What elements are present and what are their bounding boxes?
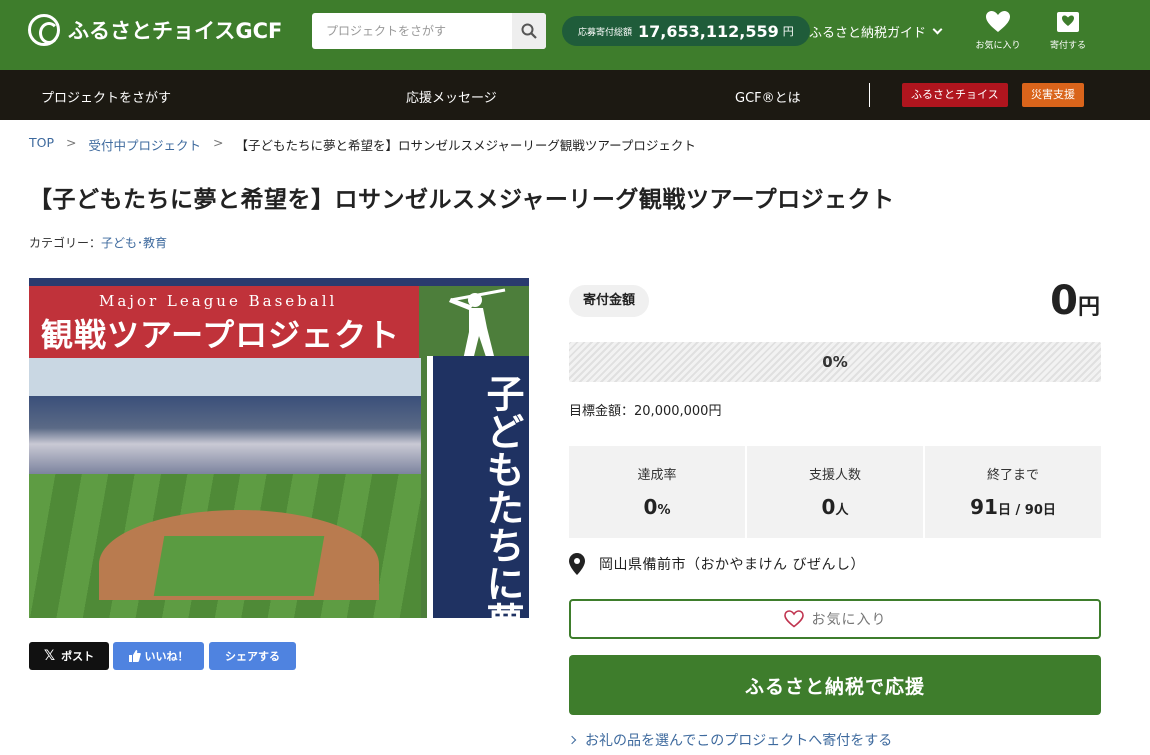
category-label: カテゴリー： (29, 236, 102, 250)
facebook-share-label: シェアする (225, 650, 280, 663)
category: カテゴリー：子ども･教育 (29, 234, 167, 251)
location: 岡山県備前市（おかやまけん びぜんし） (569, 553, 865, 575)
stat-unit: % (657, 503, 671, 518)
site-logo[interactable]: ふるさとチョイスGCF (28, 14, 282, 46)
nav-furusato-choice[interactable]: ふるさとチョイス (902, 83, 1008, 107)
progress-label: 0% (822, 353, 848, 371)
search-button[interactable] (512, 13, 546, 49)
thumbs-up-icon (128, 650, 141, 662)
map-pin-icon (569, 553, 585, 575)
breadcrumb-current: 【子どもたちに夢と希望を】ロサンゼルスメジャーリーグ観戦ツアープロジェクト (235, 138, 696, 153)
donation-amount-label: 寄付金額 (569, 285, 650, 317)
main-nav: プロジェクトをさがす 応援メッセージ GCF®とは ふるさとチョイス 災害支援 (0, 70, 1150, 120)
nav-about-gcf[interactable]: GCF®とは (735, 87, 801, 106)
donate-box-icon (1057, 12, 1079, 32)
donation-amount-value: 0 (1050, 278, 1078, 324)
nav-messages[interactable]: 応援メッセージ (406, 87, 497, 106)
stat-days-remaining: 終了まで 91日 / 90日 (925, 446, 1101, 538)
breadcrumb-top[interactable]: TOP (29, 135, 54, 154)
header-bar: ふるさとチョイスGCF 応募寄付総額 17,653,112,559 円 ふるさと… (0, 0, 1150, 70)
target-value: 20,000,000円 (634, 404, 722, 419)
guide-label: ふるさと納税ガイド (809, 26, 927, 41)
donation-total-badge: 応募寄付総額 17,653,112,559 円 (562, 16, 810, 46)
x-post-label: ポスト (61, 650, 95, 663)
heart-icon (986, 11, 1010, 32)
target-label: 目標金額： (569, 404, 635, 419)
hero-vertical-text: 子どもたちに夢と希望を (480, 374, 525, 618)
breadcrumb: TOP > 受付中プロジェクト > 【子どもたちに夢と希望を】ロサンゼルスメジャ… (29, 135, 696, 154)
stat-achievement-rate: 達成率 0% (569, 446, 745, 538)
gift-link-label: お礼の品を選んでこのプロジェクトへ寄付をする (585, 733, 893, 749)
stat-label: 支援人数 (808, 468, 861, 483)
donation-amount-unit: 円 (1077, 295, 1100, 320)
search-box (312, 13, 546, 49)
donation-amount: 0円 (1000, 278, 1100, 324)
nav-find-projects[interactable]: プロジェクトをさがす (41, 87, 171, 106)
donate-header-label: 寄付する (1049, 41, 1086, 51)
page-title: 【子どもたちに夢と希望を】ロサンゼルスメジャーリーグ観戦ツアープロジェクト (29, 187, 895, 213)
stat-value: 0 (643, 495, 658, 519)
stat-supporters: 支援人数 0人 (747, 446, 923, 538)
chevron-down-icon (932, 24, 943, 35)
chevron-right-icon (567, 735, 577, 745)
category-link[interactable]: 子ども･教育 (101, 236, 167, 250)
donate-cta-button[interactable]: ふるさと納税で応援 (569, 655, 1101, 715)
favorites-header-button[interactable]: お気に入り (968, 10, 1028, 51)
stadium-sky (29, 358, 421, 398)
stadium-stands (29, 396, 421, 476)
logo-mark-icon (28, 14, 60, 46)
donation-total-value: 17,653,112,559 (638, 21, 779, 41)
facebook-like-label: いいね！ (144, 650, 189, 663)
x-logo-icon: 𝕏 (43, 648, 56, 664)
furusato-guide-menu[interactable]: ふるさと納税ガイド (809, 22, 943, 41)
breadcrumb-accepting[interactable]: 受付中プロジェクト (89, 135, 202, 154)
donate-header-button[interactable]: 寄付する (1038, 10, 1098, 51)
heart-outline-icon (783, 610, 804, 628)
stat-label: 終了まで (986, 468, 1039, 483)
search-input[interactable] (312, 14, 512, 48)
favorite-button[interactable]: お気に入り (569, 599, 1101, 639)
facebook-share-button[interactable]: シェアする (209, 642, 296, 670)
x-post-button[interactable]: 𝕏 ポスト (29, 642, 109, 670)
target-amount: 目標金額：20,000,000円 (569, 400, 721, 419)
stat-label: 達成率 (637, 468, 677, 483)
search-icon (521, 23, 537, 39)
favorites-header-label: お気に入り (975, 41, 1021, 51)
project-hero-image: Major League Baseball 観戦ツアープロジェクト 子どもたちに… (29, 278, 529, 618)
donation-total-unit: 円 (782, 25, 794, 38)
hero-main-text: 観戦ツアープロジェクト (41, 316, 401, 354)
donation-total-label: 応募寄付総額 (578, 27, 633, 38)
logo-text: ふるさとチョイスGCF (68, 19, 283, 43)
stat-unit: 日 / 90日 (997, 503, 1056, 518)
breadcrumb-separator: > (213, 135, 224, 150)
location-text: 岡山県備前市（おかやまけん びぜんし） (599, 557, 865, 573)
gift-donation-link[interactable]: お礼の品を選んでこのプロジェクトへ寄付をする (567, 730, 893, 750)
hero-subtitle: Major League Baseball (99, 292, 338, 310)
nav-divider (869, 83, 870, 107)
progress-bar: 0% (569, 342, 1101, 382)
favorite-button-label: お気に入り (811, 612, 887, 628)
stat-value: 0 (821, 495, 836, 519)
breadcrumb-separator: > (66, 135, 77, 150)
hero-top-stripe (29, 278, 529, 286)
infield-grass (153, 536, 325, 596)
stat-value: 91 (970, 495, 998, 519)
facebook-like-button[interactable]: いいね！ (113, 642, 204, 670)
batter-silhouette-icon (449, 288, 506, 360)
nav-disaster-support[interactable]: 災害支援 (1022, 83, 1084, 107)
stat-unit: 人 (835, 503, 849, 518)
stats-panel: 達成率 0% 支援人数 0人 終了まで 91日 / 90日 (569, 446, 1101, 538)
